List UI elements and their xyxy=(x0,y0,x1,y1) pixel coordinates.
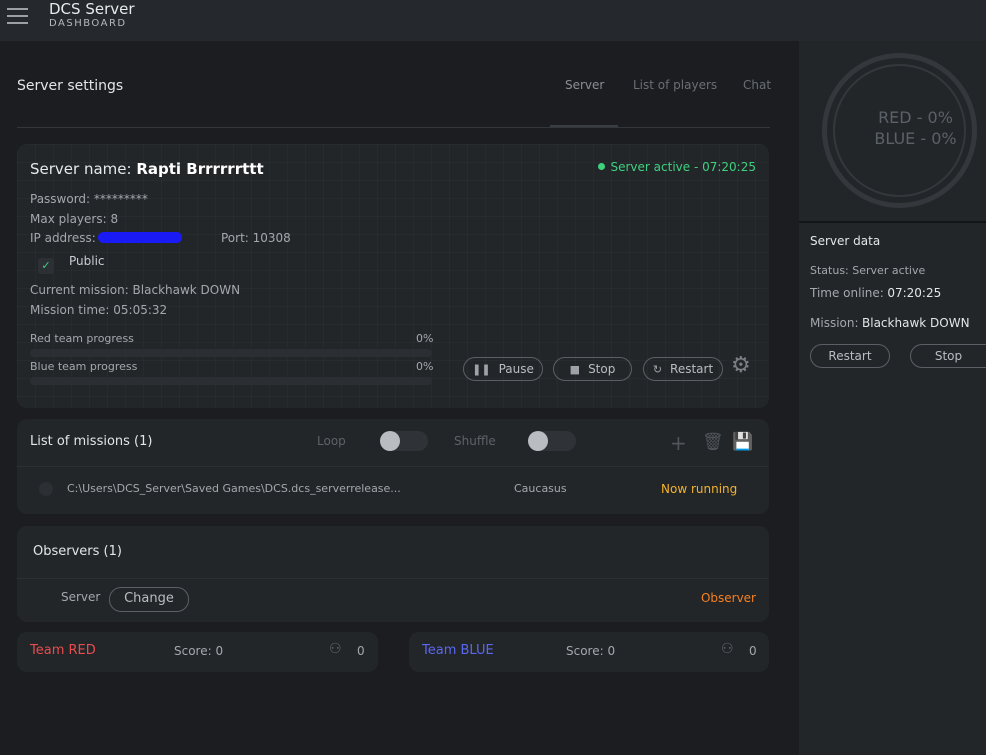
server-data-panel: RED - 0% BLUE - 0% Server data Status: S… xyxy=(799,41,986,755)
add-icon[interactable]: + xyxy=(670,431,687,455)
red-progress-bar xyxy=(30,349,432,357)
restart-icon: ↻ xyxy=(652,363,663,376)
server-data-title: Server data xyxy=(810,234,881,248)
public-label: Public xyxy=(69,254,105,268)
main-content: Server settings Server List of players C… xyxy=(0,41,799,755)
observer-name: Server xyxy=(61,590,101,604)
pause-icon: ❚❚ xyxy=(472,363,491,376)
team-blue-player-count: 0 xyxy=(749,644,757,658)
tab-chat[interactable]: Chat xyxy=(743,78,771,92)
blue-progress-value: 0% xyxy=(416,360,434,373)
team-blue-name: Team BLUE xyxy=(422,643,494,658)
app-title: DCS Server xyxy=(49,0,135,18)
missions-card: List of missions (1) Loop Shuffle + 🗑 💾 … xyxy=(17,419,769,514)
public-checkbox[interactable]: ✓ xyxy=(38,258,54,274)
save-icon[interactable]: 💾 xyxy=(732,432,753,452)
blue-progress-label: Blue team progress xyxy=(30,360,138,373)
top-bar: DCS Server DASHBOARD xyxy=(0,0,986,41)
observers-card: Observers (1) Server Change Observer xyxy=(17,526,769,622)
mission-path: C:\Users\DCS_Server\Saved Games\DCS.dcs_… xyxy=(67,482,401,495)
team-blue-score: Score: 0 xyxy=(566,644,616,658)
mission-select-radio[interactable] xyxy=(39,482,53,496)
team-blue-card: Team BLUE Score: 0 ⚇ 0 xyxy=(409,632,769,672)
ring-blue-percentage: BLUE - 0% xyxy=(874,129,957,148)
side-stop-button[interactable]: Stop xyxy=(910,344,986,368)
server-ip: IP address: xyxy=(30,231,182,245)
red-progress-value: 0% xyxy=(416,332,434,345)
status-dot-icon xyxy=(597,163,605,170)
restart-button[interactable]: ↻ Restart xyxy=(643,357,723,381)
trash-icon[interactable]: 🗑 xyxy=(702,432,724,452)
shuffle-toggle[interactable] xyxy=(528,431,576,451)
current-mission: Current mission: Blackhawk DOWN xyxy=(30,283,241,297)
team-red-player-count: 0 xyxy=(357,644,365,658)
observers-header: Observers (1) xyxy=(17,526,769,579)
observer-role: Observer xyxy=(700,591,756,605)
toggle-knob xyxy=(380,431,400,451)
ring-red-percentage: RED - 0% xyxy=(878,108,953,127)
redacted-ip xyxy=(97,232,182,243)
change-button[interactable]: Change xyxy=(109,587,189,612)
side-status: Status: Server active xyxy=(810,264,926,277)
team-red-card: Team RED Score: 0 ⚇ 0 xyxy=(17,632,378,672)
blue-progress-bar xyxy=(30,377,432,385)
mission-time: Mission time: 05:05:32 xyxy=(30,303,168,317)
red-progress-label: Red team progress xyxy=(30,332,134,345)
user-icon: ⚇ xyxy=(721,641,734,657)
missions-title: List of missions (1) xyxy=(30,434,153,449)
toggle-knob xyxy=(528,431,548,451)
app-subtitle: DASHBOARD xyxy=(49,18,127,29)
observers-title: Observers (1) xyxy=(33,544,122,559)
server-password: Password: ********* xyxy=(30,192,148,206)
team-progress-ring: RED - 0% BLUE - 0% xyxy=(822,53,977,208)
server-max-players: Max players: 8 xyxy=(30,212,119,226)
divider xyxy=(799,221,986,223)
server-port: Port: 10308 xyxy=(221,231,291,245)
stop-button[interactable]: ■ Stop xyxy=(553,357,632,381)
loop-label: Loop xyxy=(317,434,346,448)
server-card: Server name: Rapti Brrrrrrttt Server act… xyxy=(17,144,769,408)
server-name-value: Rapti Brrrrrrttt xyxy=(136,160,264,178)
pause-button[interactable]: ❚❚ Pause xyxy=(463,357,543,381)
side-restart-button[interactable]: Restart xyxy=(810,344,890,368)
check-icon: ✓ xyxy=(41,259,51,272)
gear-icon[interactable]: ⚙ xyxy=(731,353,751,378)
side-time-online: Time online: 07:20:25 xyxy=(810,286,942,300)
server-status: Server active - 07:20:25 xyxy=(597,160,756,174)
user-icon: ⚇ xyxy=(329,641,342,657)
team-red-score: Score: 0 xyxy=(174,644,224,658)
missions-header: List of missions (1) Loop Shuffle + 🗑 💾 xyxy=(17,419,769,467)
shuffle-label: Shuffle xyxy=(454,434,496,448)
tab-list-of-players[interactable]: List of players xyxy=(633,78,717,92)
mission-map: Caucasus xyxy=(514,482,567,495)
tab-server[interactable]: Server xyxy=(565,78,604,92)
side-mission: Mission: Blackhawk DOWN xyxy=(810,316,970,330)
divider xyxy=(17,127,770,128)
server-name: Server name: Rapti Brrrrrrttt xyxy=(30,160,264,178)
stop-icon: ■ xyxy=(569,363,581,376)
team-red-name: Team RED xyxy=(30,643,96,658)
loop-toggle[interactable] xyxy=(380,431,428,451)
mission-status: Now running xyxy=(661,482,738,496)
menu-icon[interactable] xyxy=(7,8,28,25)
page-title: Server settings xyxy=(17,78,124,94)
